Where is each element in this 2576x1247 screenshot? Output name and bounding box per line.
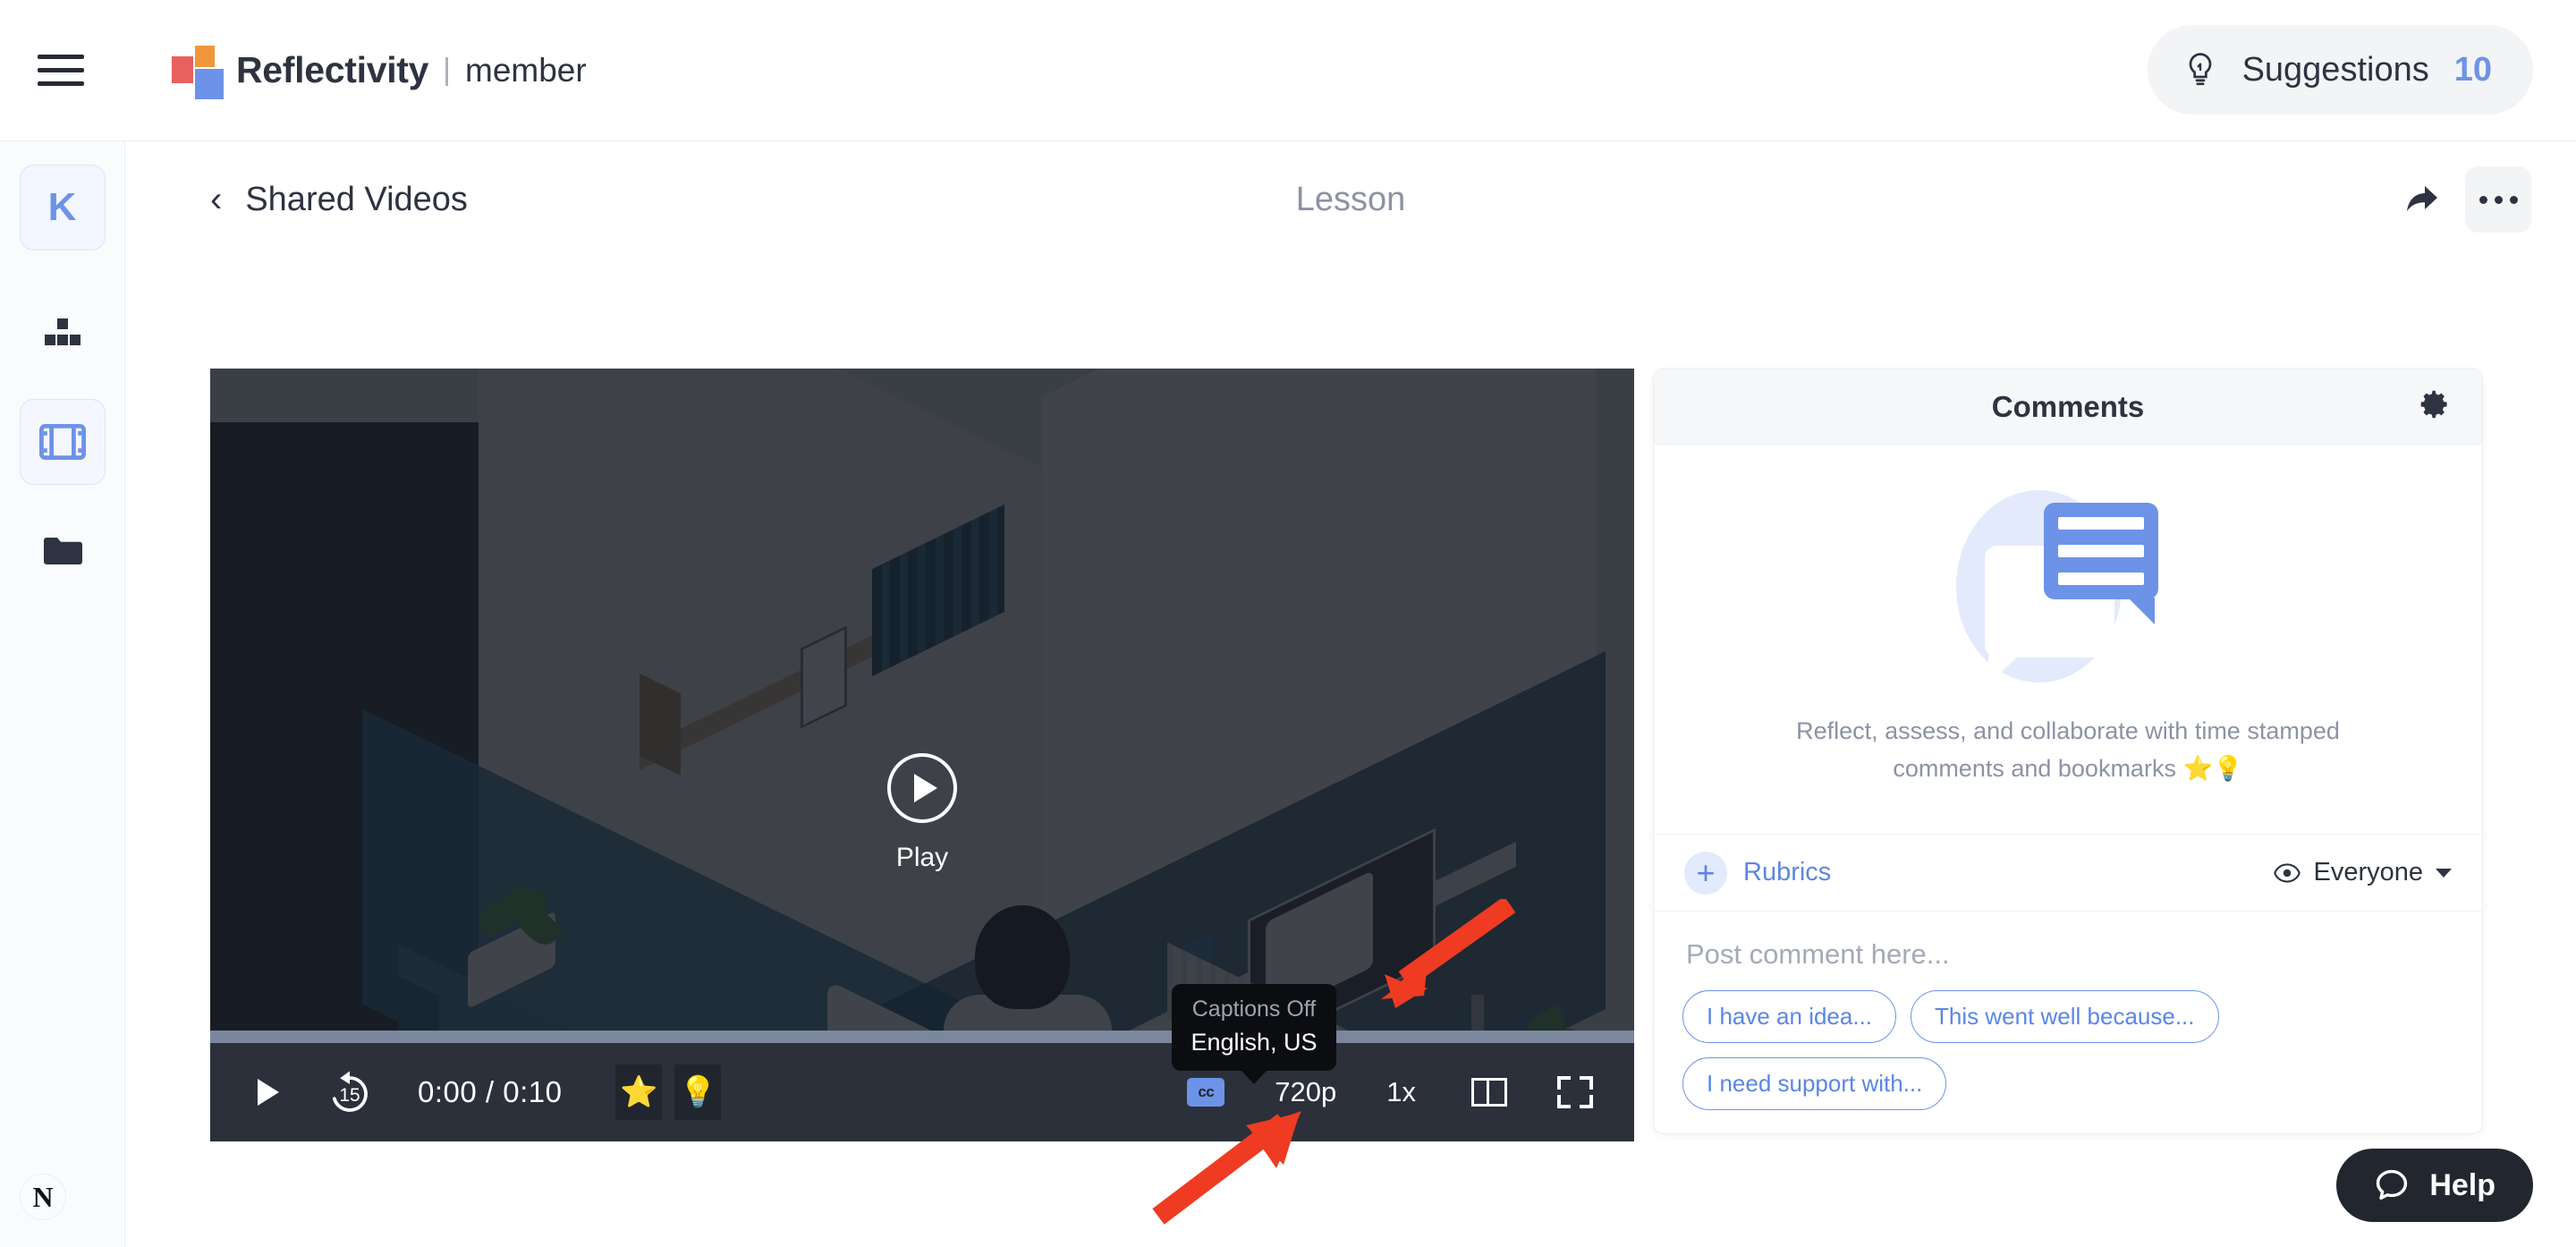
captions-tooltip-status: Captions Off [1191, 997, 1317, 1022]
captions-button[interactable]: cc [1187, 1078, 1225, 1107]
play-triangle [914, 774, 937, 802]
folder-icon [43, 538, 82, 564]
chip-this-went-well[interactable]: This went well because... [1911, 990, 2219, 1043]
play-icon [258, 1079, 279, 1106]
suggestions-button[interactable]: Suggestions 10 [2147, 25, 2533, 115]
split-view-icon[interactable] [1471, 1078, 1507, 1107]
brand-role: member [465, 51, 587, 89]
brand-divider: | [443, 53, 451, 87]
add-rubric-button[interactable]: + [1684, 851, 1727, 895]
avatar[interactable]: K [19, 165, 106, 250]
share-arrow-icon [2407, 186, 2437, 211]
comments-bubble-illustration [1947, 490, 2189, 685]
comments-settings-button[interactable] [2419, 389, 2450, 424]
more-options-button[interactable] [2465, 166, 2531, 233]
bubble-blue [2044, 503, 2158, 625]
tooltip-arrow [1241, 1070, 1267, 1084]
brand-name: Reflectivity [236, 49, 429, 90]
header-actions [2397, 166, 2531, 233]
top-bar: Reflectivity | member Suggestions 10 [0, 0, 2576, 141]
rewind-seconds-label: 15 [339, 1085, 360, 1106]
lightbulb-icon [2189, 53, 2211, 86]
comment-composer: + Rubrics Everyone Post comment here... … [1654, 834, 2482, 1133]
play-label: Play [895, 843, 949, 872]
comments-empty-text: Reflect, assess, and collaborate with ti… [1796, 717, 2340, 782]
share-button[interactable] [2397, 174, 2447, 225]
chevron-left-icon: ‹ [210, 180, 223, 219]
gear-icon [2420, 390, 2447, 419]
back-to-shared-videos[interactable]: ‹ Shared Videos [210, 181, 468, 219]
bubble-line [2058, 573, 2144, 586]
visibility-value: Everyone [2313, 858, 2423, 886]
video-controls-bar: 15 0:00 / 0:10 ⭐ 💡 cc 720p 1x [210, 1043, 1634, 1141]
rail-footer: N [20, 1174, 66, 1220]
time-display: 0:00 / 0:10 [418, 1075, 563, 1108]
idea-bookmark-button[interactable]: 💡 [674, 1065, 722, 1120]
bubble-line [2058, 517, 2144, 530]
more-options-icon [2479, 195, 2518, 204]
visibility-selector[interactable]: Everyone [2274, 858, 2452, 887]
film-strip-icon [38, 424, 86, 460]
captions-tooltip-language: English, US [1191, 1029, 1318, 1056]
comments-panel: Comments Reflect, assess, and collaborat… [1653, 369, 2483, 1134]
notion-logo-icon[interactable]: N [20, 1174, 66, 1220]
dashboard-grid-icon [44, 318, 80, 345]
video-player[interactable]: Play 15 0:00 / 0:10 ⭐ 💡 cc 720p 1x [210, 369, 1634, 1141]
chip-i-have-an-idea[interactable]: I have an idea... [1682, 990, 1897, 1043]
chevron-down-icon [2436, 868, 2452, 878]
rewind-15-button[interactable]: 15 [323, 1065, 377, 1119]
quality-button[interactable]: 720p [1275, 1076, 1336, 1108]
hamburger-line [38, 55, 84, 59]
video-progress-bar[interactable] [210, 1031, 1634, 1043]
breadcrumb-label: Shared Videos [245, 180, 468, 218]
help-label: Help [2429, 1167, 2496, 1202]
playback-speed-button[interactable]: 1x [1386, 1076, 1416, 1108]
star-bookmark-button[interactable]: ⭐ [615, 1065, 663, 1120]
play-button[interactable] [244, 1068, 292, 1116]
suggestions-count: 10 [2453, 50, 2492, 89]
hamburger-line [38, 81, 84, 86]
logo-square-orange [195, 45, 215, 67]
comment-input[interactable]: Post comment here... [1654, 912, 2482, 980]
chip-i-need-support[interactable]: I need support with... [1682, 1057, 1947, 1110]
chat-bubble-icon [2377, 1169, 2408, 1200]
comments-title: Comments [1991, 389, 2145, 423]
suggestions-label: Suggestions [2241, 50, 2429, 89]
play-icon [887, 753, 957, 823]
page-title: Lesson [1295, 180, 1406, 218]
comment-suggestion-chips: I have an idea... This went well because… [1654, 980, 2482, 1133]
hamburger-menu-icon[interactable] [38, 53, 84, 89]
logo-square-red [172, 55, 193, 83]
composer-toolbar: + Rubrics Everyone [1654, 835, 2482, 912]
sidebar-item-folders[interactable] [20, 508, 106, 594]
fullscreen-icon[interactable] [1557, 1076, 1593, 1108]
comments-empty-state: Reflect, assess, and collaborate with ti… [1654, 445, 2482, 834]
comments-header: Comments [1654, 369, 2482, 445]
left-sidebar: K N [0, 141, 125, 1247]
sidebar-item-videos[interactable] [19, 399, 106, 485]
logo-square-blue [195, 68, 224, 99]
rubrics-label[interactable]: Rubrics [1743, 858, 1831, 887]
captions-tooltip: Captions Off English, US [1172, 984, 1336, 1084]
reflectivity-logo-icon [172, 45, 224, 99]
page-header: ‹ Shared Videos Lesson [125, 141, 2576, 258]
eye-icon [2274, 862, 2301, 883]
bubble-line [2058, 545, 2144, 558]
sidebar-item-dashboard[interactable] [20, 290, 106, 376]
help-button[interactable]: Help [2336, 1149, 2533, 1222]
brand-logo[interactable]: Reflectivity | member [172, 45, 587, 99]
big-play-button[interactable]: Play [887, 753, 957, 873]
hamburger-line [38, 68, 84, 72]
